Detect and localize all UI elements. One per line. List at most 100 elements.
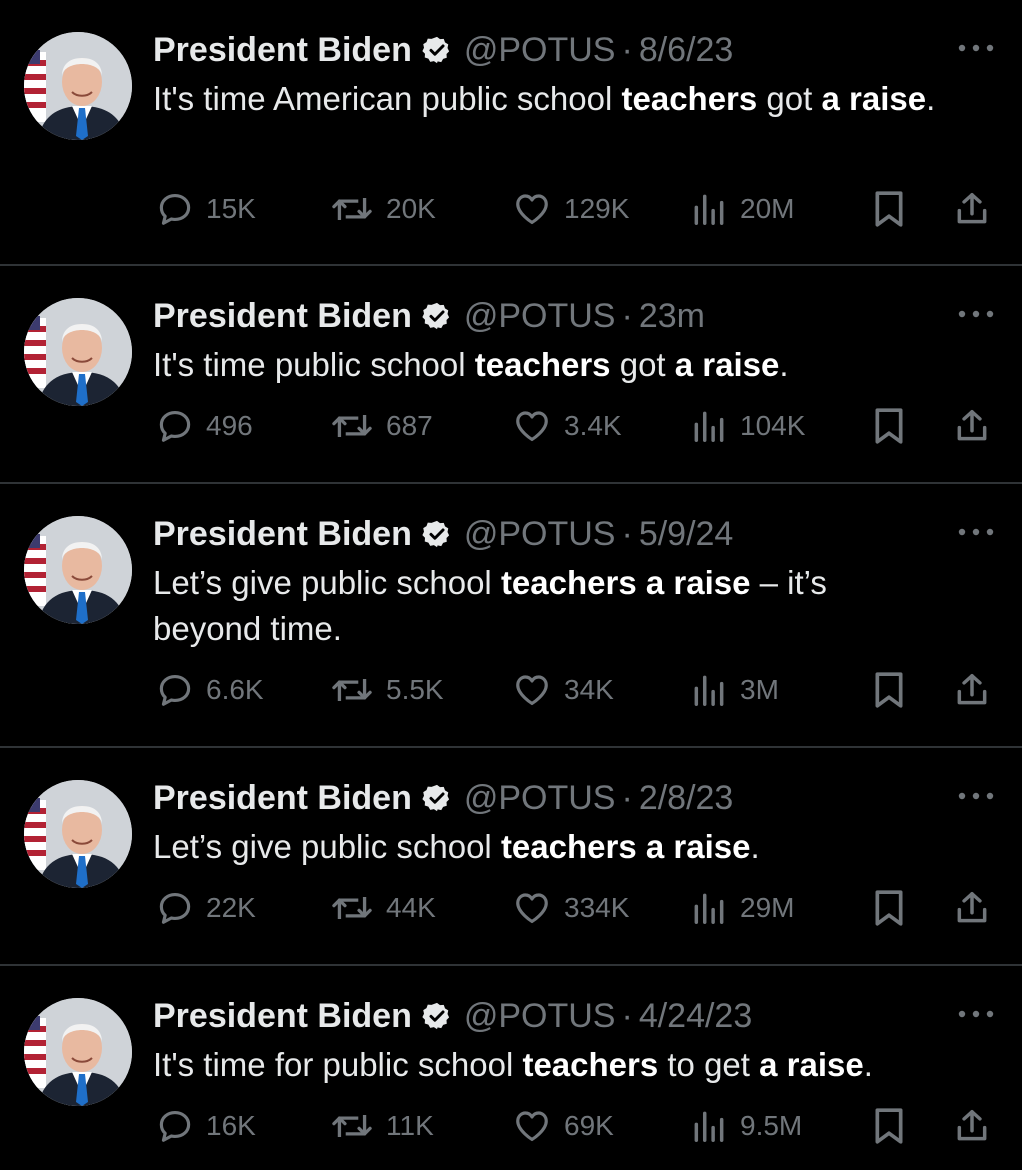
tweet-text-bold-segment: teachers bbox=[621, 80, 758, 117]
reply-button[interactable]: 496 bbox=[156, 404, 253, 448]
bookmark-button[interactable] bbox=[872, 1104, 906, 1148]
author-name[interactable]: President Biden bbox=[153, 994, 412, 1038]
like-count: 3.4K bbox=[564, 410, 622, 441]
repost-button[interactable]: 20K bbox=[330, 187, 436, 231]
tweet-text-bold-segment: teachers a raise bbox=[500, 828, 751, 865]
timestamp[interactable]: 23m bbox=[639, 294, 705, 338]
share-button[interactable] bbox=[953, 1104, 991, 1148]
like-count: 34K bbox=[564, 674, 614, 705]
heart-icon bbox=[512, 407, 552, 445]
action-bar: 496 687 3.4K 104K bbox=[0, 404, 1022, 448]
tweet[interactable]: President Biden @POTUS · 5/9/24 Let’s gi… bbox=[0, 484, 1022, 748]
share-button[interactable] bbox=[953, 886, 991, 930]
like-button[interactable]: 69K bbox=[512, 1104, 614, 1148]
views-button[interactable]: 104K bbox=[690, 404, 805, 448]
like-button[interactable]: 3.4K bbox=[512, 404, 622, 448]
views-button[interactable]: 20M bbox=[690, 187, 794, 231]
timestamp[interactable]: 4/24/23 bbox=[639, 994, 752, 1038]
like-count: 334K bbox=[564, 892, 630, 923]
repost-button[interactable]: 44K bbox=[330, 886, 436, 930]
author-name[interactable]: President Biden bbox=[153, 28, 412, 72]
separator-dot: · bbox=[621, 297, 633, 335]
bookmark-button[interactable] bbox=[872, 187, 906, 231]
like-button[interactable]: 334K bbox=[512, 886, 629, 930]
separator-dot: · bbox=[621, 779, 633, 817]
bookmark-icon bbox=[872, 406, 906, 446]
tweet-text-segment: Let’s give public school bbox=[153, 564, 501, 601]
more-dots-icon[interactable] bbox=[954, 38, 998, 58]
author-name[interactable]: President Biden bbox=[153, 776, 412, 820]
share-upload-icon bbox=[953, 670, 991, 710]
avatar[interactable] bbox=[24, 32, 132, 140]
repost-button[interactable]: 687 bbox=[330, 404, 433, 448]
repost-count: 11K bbox=[386, 1110, 434, 1141]
more-dots-icon[interactable] bbox=[954, 522, 998, 542]
tweet[interactable]: President Biden @POTUS · 23m It's time p… bbox=[0, 266, 1022, 484]
timestamp[interactable]: 5/9/24 bbox=[639, 512, 734, 556]
reply-button[interactable]: 16K bbox=[156, 1104, 256, 1148]
action-bar: 15K 20K 129K 20M bbox=[0, 187, 1022, 231]
repost-count: 20K bbox=[386, 193, 436, 224]
action-bar: 16K 11K 69K 9.5M bbox=[0, 1104, 1022, 1148]
heart-icon bbox=[512, 671, 552, 709]
repost-count: 44K bbox=[386, 892, 436, 923]
reply-button[interactable]: 15K bbox=[156, 187, 256, 231]
views-button[interactable]: 3M bbox=[690, 668, 779, 712]
tweet[interactable]: President Biden @POTUS · 2/8/23 Let’s gi… bbox=[0, 748, 1022, 966]
action-bar: 22K 44K 334K 29M bbox=[0, 886, 1022, 930]
separator-dot: · bbox=[621, 997, 633, 1035]
author-name[interactable]: President Biden bbox=[153, 294, 412, 338]
reply-bubble-icon bbox=[156, 1107, 194, 1145]
reply-button[interactable]: 6.6K bbox=[156, 668, 264, 712]
timestamp[interactable]: 2/8/23 bbox=[639, 776, 734, 820]
views-button[interactable]: 29M bbox=[690, 886, 794, 930]
view-count: 104K bbox=[740, 410, 806, 441]
repost-button[interactable]: 11K bbox=[330, 1104, 434, 1148]
share-button[interactable] bbox=[953, 404, 991, 448]
repost-arrows-icon bbox=[330, 407, 374, 445]
verified-badge-icon bbox=[422, 519, 452, 549]
tweet[interactable]: President Biden @POTUS · 8/6/23 It's tim… bbox=[0, 0, 1022, 266]
avatar[interactable] bbox=[24, 780, 132, 888]
tweet-text-segment: It's time American public school bbox=[153, 80, 622, 117]
bookmark-icon bbox=[872, 888, 906, 928]
repost-count: 5.5K bbox=[386, 674, 444, 705]
share-button[interactable] bbox=[953, 668, 991, 712]
timestamp[interactable]: 8/6/23 bbox=[639, 28, 734, 72]
share-upload-icon bbox=[953, 406, 991, 446]
author-name[interactable]: President Biden bbox=[153, 512, 412, 556]
like-button[interactable]: 129K bbox=[512, 187, 629, 231]
heart-icon bbox=[512, 1107, 552, 1145]
bookmark-button[interactable] bbox=[872, 668, 906, 712]
author-handle[interactable]: @POTUS bbox=[464, 776, 616, 820]
reply-count: 16K bbox=[206, 1110, 256, 1141]
bookmark-icon bbox=[872, 189, 906, 229]
tweet[interactable]: President Biden @POTUS · 4/24/23 It's ti… bbox=[0, 966, 1022, 1170]
tweet-text-segment: . bbox=[863, 1046, 873, 1083]
repost-arrows-icon bbox=[330, 190, 374, 228]
reply-count: 22K bbox=[206, 892, 256, 923]
bookmark-button[interactable] bbox=[872, 404, 906, 448]
author-handle[interactable]: @POTUS bbox=[464, 512, 616, 556]
tweet-text: Let’s give public school teachers a rais… bbox=[153, 824, 993, 870]
avatar[interactable] bbox=[24, 298, 132, 406]
views-button[interactable]: 9.5M bbox=[690, 1104, 802, 1148]
author-handle[interactable]: @POTUS bbox=[464, 28, 616, 72]
reply-button[interactable]: 22K bbox=[156, 886, 256, 930]
avatar[interactable] bbox=[24, 998, 132, 1106]
bookmark-button[interactable] bbox=[872, 886, 906, 930]
author-handle[interactable]: @POTUS bbox=[464, 994, 616, 1038]
share-button[interactable] bbox=[953, 187, 991, 231]
avatar[interactable] bbox=[24, 516, 132, 624]
view-count: 20M bbox=[740, 193, 795, 224]
more-dots-icon[interactable] bbox=[954, 786, 998, 806]
tweet-text-segment: . bbox=[779, 346, 789, 383]
view-count: 3M bbox=[740, 674, 779, 705]
tweet-header: President Biden @POTUS · 4/24/23 bbox=[153, 994, 752, 1038]
separator-dot: · bbox=[621, 515, 633, 553]
repost-button[interactable]: 5.5K bbox=[330, 668, 444, 712]
more-dots-icon[interactable] bbox=[954, 304, 998, 324]
author-handle[interactable]: @POTUS bbox=[464, 294, 616, 338]
more-dots-icon[interactable] bbox=[954, 1004, 998, 1024]
like-button[interactable]: 34K bbox=[512, 668, 614, 712]
